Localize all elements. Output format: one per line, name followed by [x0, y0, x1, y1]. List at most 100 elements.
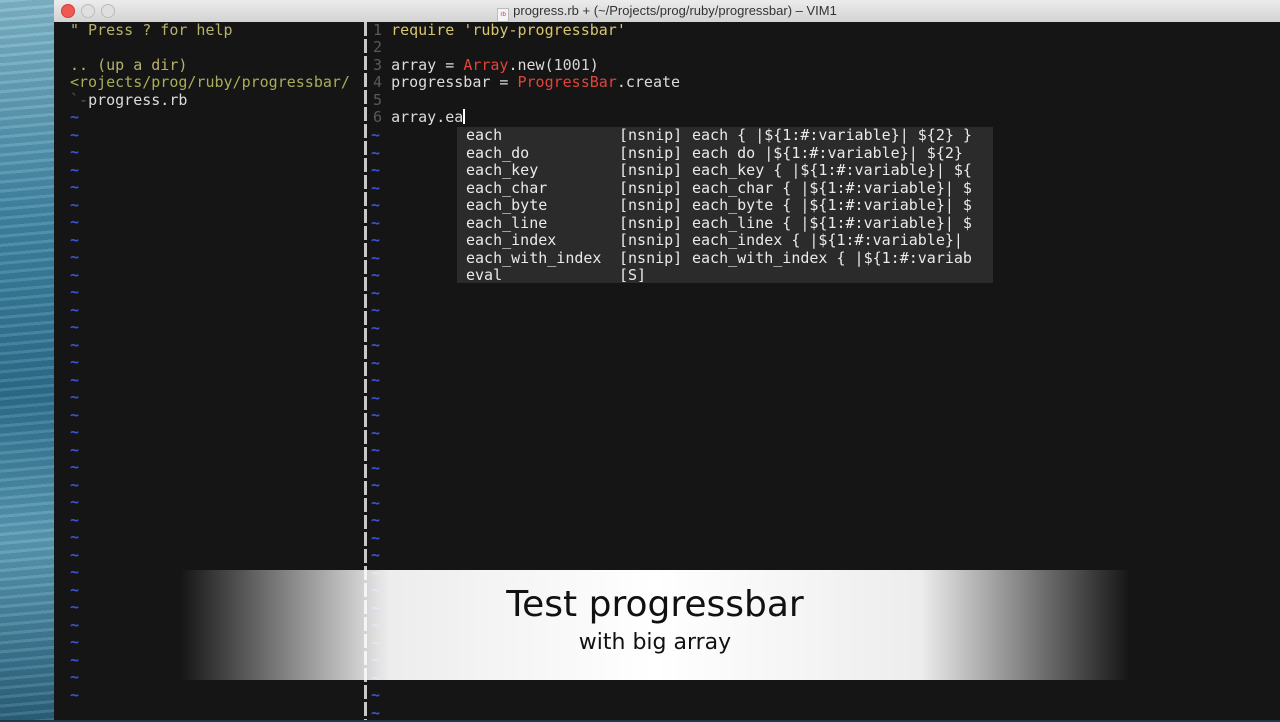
completion-kind: [nsnip] [619, 196, 683, 214]
tilde-marker: ~ [70, 633, 80, 651]
tilde-marker: ~ [371, 476, 381, 494]
tilde-marker: ~ [70, 493, 80, 511]
completion-word: each_with_index [466, 248, 602, 267]
code-line-5[interactable]: 5 [373, 92, 382, 109]
tilde-marker: ~ [371, 126, 381, 144]
tilde-marker: ~ [70, 528, 80, 546]
tilde-marker: ~ [371, 143, 381, 162]
tilde-marker: ~ [371, 353, 381, 372]
caption-title: Test progressbar [506, 584, 804, 625]
tilde-marker: ~ [371, 336, 381, 354]
tilde-marker: ~ [371, 388, 381, 407]
tilde-marker: ~ [70, 458, 80, 476]
completion-popup[interactable]: each [nsnip] each { |${1:#:variable}| ${2}… [457, 126, 993, 285]
completion-menu: each_key { |${1:#:variable}| ${ [692, 161, 972, 179]
code-text: array = [391, 56, 464, 74]
tilde-marker: ~ [70, 370, 80, 389]
window-title: progress.rb + (~/Projects/prog/ruby/prog… [513, 3, 837, 18]
window-titlebar[interactable]: rb progress.rb + (~/Projects/prog/ruby/pr… [54, 0, 1280, 23]
completion-item[interactable]: eval [S] [466, 266, 692, 285]
tilde-marker: ~ [371, 318, 381, 337]
line-number: 2 [373, 38, 383, 56]
tilde-marker: ~ [70, 650, 80, 669]
completion-item[interactable]: each_byte [nsnip] each_byte { |${1:#:varia… [466, 196, 972, 215]
tilde-marker: ~ [371, 528, 381, 547]
nerdtree-up-dir[interactable]: .. (up a dir) [70, 57, 187, 74]
code-line-3[interactable]: 3 array = Array.new(1001) [373, 57, 599, 74]
tree-branch-marker: `- [70, 91, 89, 109]
completion-kind: [nsnip] [619, 161, 683, 179]
nerdtree-current-dir[interactable]: <rojects/prog/ruby/progressbar/ [70, 74, 350, 91]
require-keyword: require [391, 21, 464, 39]
tilde-marker: ~ [371, 248, 381, 267]
completion-word: each_do [466, 143, 530, 162]
completion-item[interactable]: each_with_index [nsnip] each_with_index { … [466, 248, 972, 268]
string-literal: 'ruby-progressbar' [463, 21, 626, 39]
tilde-marker: ~ [371, 266, 381, 284]
completion-item[interactable]: each_char [nsnip] each_char { |${1:#:varia… [466, 178, 972, 198]
text-cursor [463, 109, 466, 124]
tilde-marker: ~ [70, 405, 80, 424]
tilde-marker: ~ [371, 178, 381, 197]
completion-menu: each { |${1:#:variable}| ${2} } [692, 126, 972, 144]
completion-menu: each do |${1:#:variable}| ${2} [692, 143, 963, 162]
completion-item[interactable]: each_do [nsnip] each do |${1:#:variable}| … [466, 143, 963, 163]
code-line-6[interactable]: 6 array.ea [373, 108, 466, 126]
tilde-marker: ~ [70, 353, 80, 371]
caption-subtitle: with big array [578, 630, 732, 655]
completion-item[interactable]: each [nsnip] each { |${1:#:variable}| ${2}… [466, 126, 972, 145]
completion-menu: each_with_index { |${1:#:variab [692, 248, 972, 267]
completion-word: eval [466, 266, 503, 284]
tilde-marker: ~ [371, 703, 381, 722]
completion-word: each [466, 126, 503, 144]
tilde-marker: ~ [70, 318, 80, 336]
line-number: 5 [373, 91, 383, 109]
line-number: 1 [373, 21, 383, 39]
completion-menu: each_char { |${1:#:variable}| $ [692, 178, 972, 197]
code-line-1[interactable]: 1 require 'ruby-progressbar' [373, 22, 626, 39]
tilde-marker: ~ [70, 248, 80, 266]
tilde-marker: ~ [70, 178, 80, 196]
video-caption-banner: Test progressbar with big array [180, 570, 1130, 680]
completion-word: each_line [466, 213, 548, 232]
code-text: ) [589, 56, 599, 74]
tilde-marker: ~ [371, 283, 381, 302]
tilde-marker: ~ [70, 125, 80, 144]
code-text: progressbar = [391, 73, 518, 91]
tilde-marker: ~ [371, 231, 381, 249]
completion-item[interactable]: each_key [nsnip] each_key { |${1:#:variabl… [466, 161, 972, 180]
tilde-marker: ~ [371, 213, 381, 232]
completion-item[interactable]: each_line [nsnip] each_line { |${1:#:varia… [466, 213, 972, 233]
tilde-marker: ~ [371, 301, 381, 319]
completion-kind: [nsnip] [619, 248, 683, 267]
completion-item[interactable]: each_index [nsnip] each_index { |${1:#:var… [466, 231, 963, 250]
completion-menu: each_line { |${1:#:variable}| $ [692, 213, 972, 232]
completion-kind: [nsnip] [619, 213, 683, 232]
tilde-marker: ~ [371, 458, 381, 477]
completion-word: each_key [466, 161, 539, 179]
code-text: array.ea [391, 108, 464, 126]
nerdtree-file-progress[interactable]: `-progress.rb [70, 92, 187, 109]
tilde-marker: ~ [70, 668, 80, 686]
tilde-marker: ~ [70, 545, 80, 564]
tilde-marker: ~ [70, 423, 80, 441]
completion-kind: [nsnip] [619, 143, 683, 162]
tilde-marker: ~ [371, 511, 381, 529]
completion-kind: [nsnip] [619, 231, 683, 249]
tilde-marker: ~ [70, 300, 80, 319]
completion-menu: each_byte { |${1:#:variable}| $ [692, 196, 972, 214]
desktop-wallpaper [0, 0, 54, 720]
completion-word: each_byte [466, 196, 548, 214]
tilde-marker: ~ [70, 563, 80, 581]
tilde-marker: ~ [371, 441, 381, 459]
ruby-file-icon: rb [497, 8, 510, 22]
number-literal: 1001 [553, 56, 590, 74]
code-line-2[interactable]: 2 [373, 39, 382, 56]
tilde-marker: ~ [70, 475, 80, 494]
tilde-marker: ~ [371, 371, 381, 389]
tilde-marker: ~ [70, 108, 80, 126]
tilde-marker: ~ [371, 493, 381, 512]
tilde-marker: ~ [70, 615, 80, 634]
code-line-4[interactable]: 4 progressbar = ProgressBar.create [373, 74, 680, 91]
tilde-marker: ~ [371, 161, 381, 179]
